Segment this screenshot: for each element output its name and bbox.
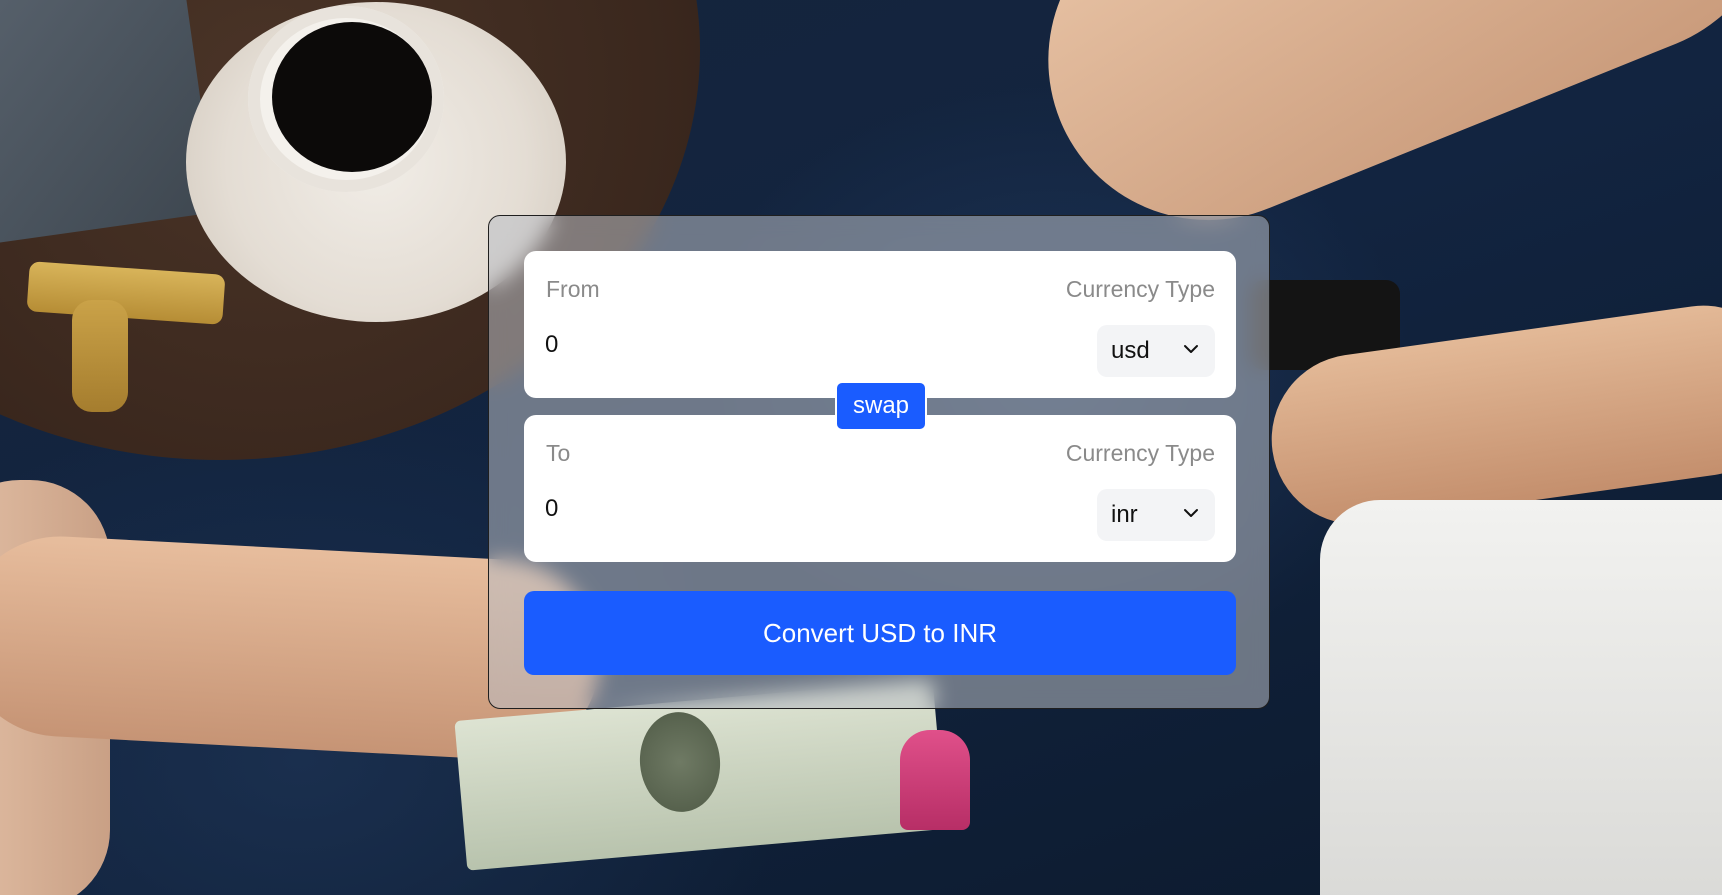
to-amount-input[interactable] [545, 491, 945, 527]
from-amount-input[interactable] [545, 327, 945, 363]
convert-button[interactable]: Convert USD to INR [524, 591, 1236, 675]
from-currency-value: usd [1111, 337, 1150, 364]
from-field-box: From Currency Type usd [524, 251, 1236, 398]
to-field-box: To Currency Type inr [524, 415, 1236, 562]
chevron-down-icon [1184, 345, 1198, 353]
to-currency-select[interactable]: inr [1097, 489, 1215, 541]
background-coffee [272, 22, 432, 172]
chevron-down-icon [1184, 509, 1198, 517]
from-label: From [546, 276, 600, 302]
from-currency-select[interactable]: usd [1097, 325, 1215, 377]
from-currency-type-label: Currency Type [1065, 276, 1215, 302]
background-notebook [0, 0, 217, 246]
page: From Currency Type usd swap To Currency … [0, 0, 1722, 895]
to-label: To [546, 440, 571, 466]
to-currency-value: inr [1111, 501, 1138, 528]
background-clothing [1320, 500, 1722, 895]
background-clip-stem [72, 300, 128, 412]
background-tassel [900, 730, 970, 830]
to-currency-type-label: Currency Type [1065, 440, 1215, 466]
currency-converter-card: From Currency Type usd swap To Currency … [488, 215, 1270, 709]
swap-button[interactable]: swap [835, 381, 927, 431]
